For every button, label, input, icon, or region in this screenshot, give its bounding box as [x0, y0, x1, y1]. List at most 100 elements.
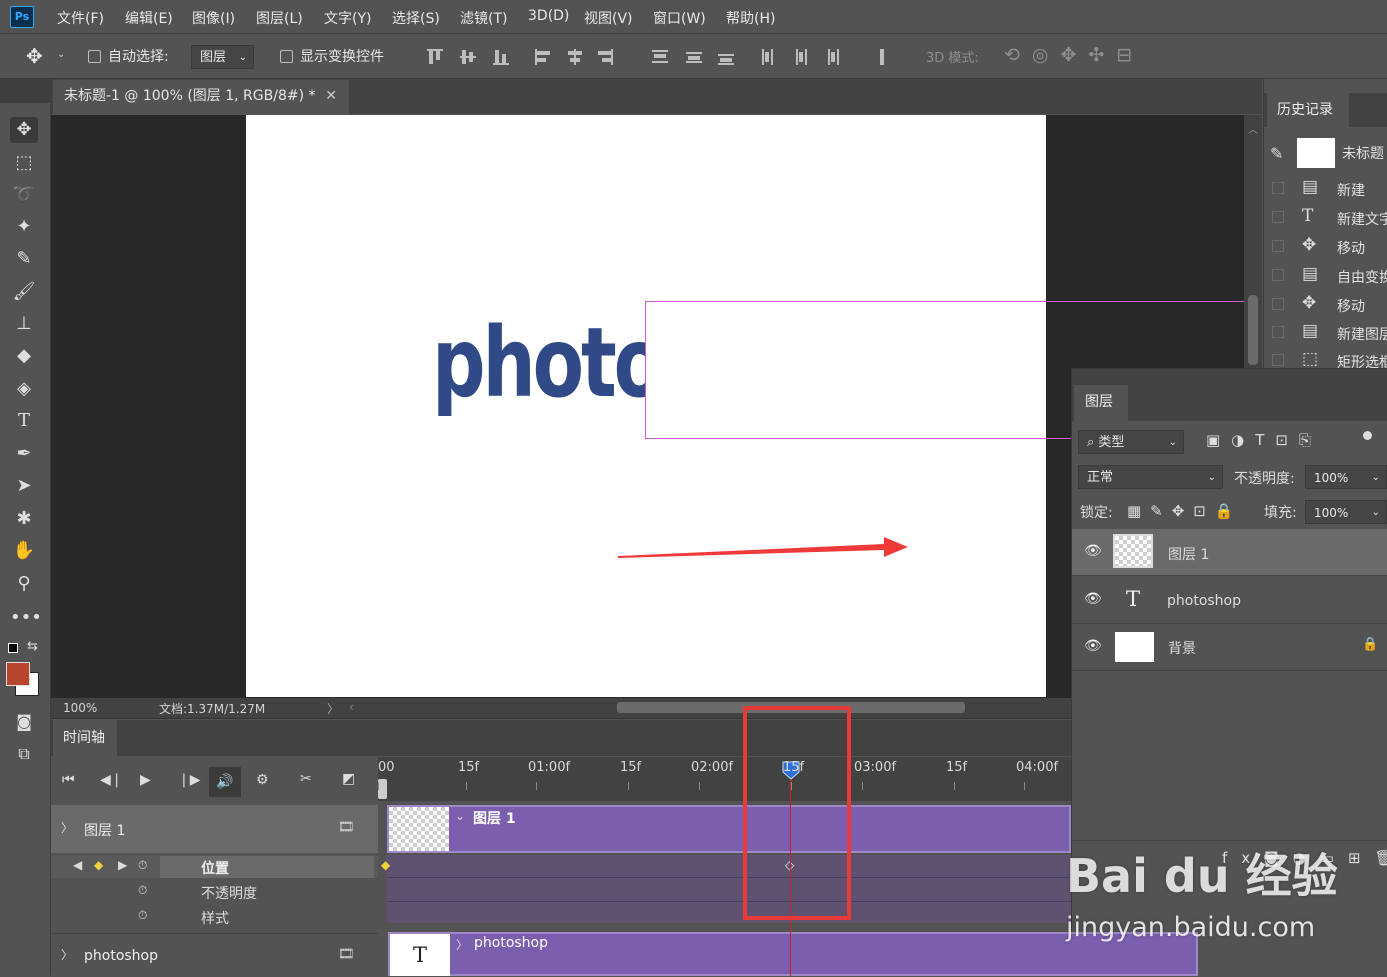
lasso-tool-icon[interactable]: ➰	[10, 182, 38, 208]
paint-bucket-tool-icon[interactable]: ◈	[10, 376, 38, 402]
layer-row-photoshop[interactable]: 👁 T photoshop	[1072, 577, 1387, 624]
blend-mode-dropdown[interactable]: 正常 ⌄	[1078, 465, 1223, 489]
chevron-right-icon[interactable]: 〉	[327, 700, 339, 717]
snapshot-label[interactable]: 未标题	[1342, 143, 1384, 163]
filter-toggle-icon[interactable]	[1363, 431, 1372, 440]
opacity-field[interactable]: 100% ⌄	[1305, 465, 1387, 489]
next-keyframe-icon[interactable]: ▶	[118, 858, 127, 872]
history-checkbox[interactable]	[1272, 298, 1284, 310]
timeline-tab[interactable]: 时间轴	[53, 720, 117, 756]
layer-row-layer1[interactable]: 👁 图层 1	[1072, 529, 1387, 576]
show-transform-checkbox[interactable]	[280, 50, 293, 63]
history-checkbox[interactable]	[1272, 269, 1284, 281]
chevron-down-icon[interactable]: ⌄	[455, 809, 465, 823]
document-tab[interactable]: 未标题-1 @ 100% (图层 1, RGB/8#) * ✕	[53, 80, 349, 114]
menu-select[interactable]: 选择(S)	[392, 8, 440, 28]
foreground-color-swatch[interactable]	[6, 662, 30, 686]
lock-icons[interactable]: ▦✎✥⊡🔒	[1127, 502, 1243, 520]
track-header-photoshop[interactable]: 〉 photoshop 🎞	[51, 933, 378, 977]
menu-3d[interactable]: 3D(D)	[528, 8, 569, 24]
layer-filter-icons[interactable]: ▣◑T⊡⎘	[1206, 431, 1322, 449]
3d-mode-icons[interactable]: ⟲◎✥✣⊟	[1004, 44, 1144, 66]
menu-layer[interactable]: 图层(L)	[256, 8, 303, 28]
menu-window[interactable]: 窗口(W)	[653, 8, 706, 28]
layers-tab[interactable]: 图层	[1074, 385, 1128, 421]
screen-mode-icon[interactable]: ⧉	[10, 741, 38, 767]
scissors-icon[interactable]: ✂	[300, 771, 312, 787]
menu-filter[interactable]: 滤镜(T)	[460, 8, 507, 28]
layer-name[interactable]: 图层 1	[1168, 544, 1209, 564]
history-item[interactable]: ▤ 新建	[1264, 175, 1387, 203]
more-tools-icon[interactable]: •••	[10, 605, 42, 631]
keyframe-start-icon[interactable]: ◆	[381, 858, 390, 872]
scrollbar-thumb[interactable]	[1248, 295, 1258, 365]
layer-name[interactable]: 背景	[1168, 638, 1196, 658]
layer-1-mask-rect[interactable]	[645, 301, 1046, 439]
first-frame-icon[interactable]: ⏮	[62, 772, 75, 788]
prev-keyframe-icon[interactable]: ◀	[73, 858, 82, 872]
history-checkbox[interactable]	[1272, 182, 1284, 194]
hand-tool-icon[interactable]: ✋	[10, 538, 38, 564]
menu-file[interactable]: 文件(F)	[57, 8, 104, 28]
layer-filter-dropdown[interactable]: ⌕ 类型 ⌄	[1078, 430, 1184, 454]
track-prop-position[interactable]: ◀ ◆ ▶ ⏱ 位置	[51, 856, 378, 878]
chevron-down-icon[interactable]: 〉	[61, 819, 73, 836]
auto-select-checkbox[interactable]	[88, 50, 101, 63]
menu-image[interactable]: 图像(I)	[192, 8, 235, 28]
track-prop-style[interactable]: ⏱ 样式	[51, 906, 378, 928]
default-colors-icon[interactable]	[8, 643, 18, 653]
visibility-eye-icon[interactable]: 👁	[1084, 543, 1102, 559]
auto-select-target-dropdown[interactable]: 图层 ⌄	[191, 45, 254, 69]
chevron-right-icon[interactable]: 〉	[61, 946, 73, 963]
move-tool-icon[interactable]: ✥	[26, 44, 43, 68]
history-brush-icon[interactable]: ✎	[1270, 144, 1283, 163]
history-item[interactable]: ▤ 自由变换	[1264, 262, 1387, 290]
visibility-eye-icon[interactable]: 👁	[1084, 591, 1102, 607]
track-header-layer1[interactable]: 〉 图层 1 🎞	[51, 805, 378, 853]
history-checkbox[interactable]	[1272, 354, 1284, 366]
history-item[interactable]: ▤ 新建图层	[1264, 319, 1387, 347]
transition-icon[interactable]: ◩	[342, 771, 355, 787]
stopwatch-icon[interactable]: ⏱	[138, 883, 147, 898]
layer-name[interactable]: photoshop	[1167, 593, 1241, 609]
next-frame-icon[interactable]: ❘▶	[178, 772, 201, 788]
canvas-text-layer[interactable]: photo	[432, 303, 665, 423]
history-item[interactable]: T 新建文字	[1264, 204, 1387, 232]
eraser-tool-icon[interactable]: ◆	[10, 343, 38, 369]
document-info[interactable]: 文档:1.37M/1.27M	[159, 700, 265, 717]
brush-tool-icon[interactable]: 🖌	[10, 279, 38, 305]
magic-wand-tool-icon[interactable]: ✦	[10, 214, 38, 240]
chevron-right-icon[interactable]: 〉	[456, 936, 468, 953]
type-tool-icon[interactable]: T	[10, 408, 38, 434]
quick-mask-icon[interactable]: ◙	[10, 709, 38, 735]
history-checkbox[interactable]	[1272, 211, 1284, 223]
align-distribute-icons[interactable]	[424, 46, 884, 68]
history-tab[interactable]: 历史记录	[1267, 93, 1349, 127]
menu-view[interactable]: 视图(V)	[584, 8, 633, 28]
pen-tool-icon[interactable]: ✒	[10, 441, 38, 467]
history-checkbox[interactable]	[1272, 326, 1284, 338]
move-tool-icon[interactable]: ✥	[10, 117, 38, 143]
chevron-down-icon[interactable]: ⌄	[57, 49, 65, 60]
layers-footer-icons[interactable]: fx◙◑▭⊞🗑	[1222, 849, 1387, 867]
layer-row-background[interactable]: 👁 背景 🔒	[1072, 624, 1387, 671]
stamp-tool-icon[interactable]: ⊥	[10, 311, 38, 337]
history-item[interactable]: ✥ 移动	[1264, 233, 1387, 261]
work-area-start-handle[interactable]	[378, 779, 387, 799]
keyframe-diamond-icon[interactable]: ◆	[94, 858, 103, 872]
clip-photoshop[interactable]: T 〉 photoshop	[388, 932, 1198, 976]
path-selection-tool-icon[interactable]: ➤	[10, 473, 38, 499]
eyedropper-tool-icon[interactable]: ✎	[10, 246, 38, 272]
track-prop-opacity[interactable]: ⏱ 不透明度	[51, 881, 378, 903]
shape-tool-icon[interactable]: ✱	[10, 506, 38, 532]
zoom-level[interactable]: 100%	[63, 701, 97, 715]
zoom-tool-icon[interactable]: ⚲	[10, 571, 38, 597]
settings-gear-icon[interactable]: ⚙	[256, 772, 269, 788]
swap-colors-icon[interactable]: ⇆	[27, 639, 38, 654]
marquee-tool-icon[interactable]: ⬚	[10, 150, 38, 176]
menu-help[interactable]: 帮助(H)	[726, 8, 775, 28]
fill-field[interactable]: 100% ⌄	[1305, 500, 1387, 524]
history-item[interactable]: ⬚ 矩形选框	[1264, 347, 1387, 369]
stopwatch-icon[interactable]: ⏱	[138, 908, 147, 923]
menu-edit[interactable]: 编辑(E)	[125, 8, 173, 28]
